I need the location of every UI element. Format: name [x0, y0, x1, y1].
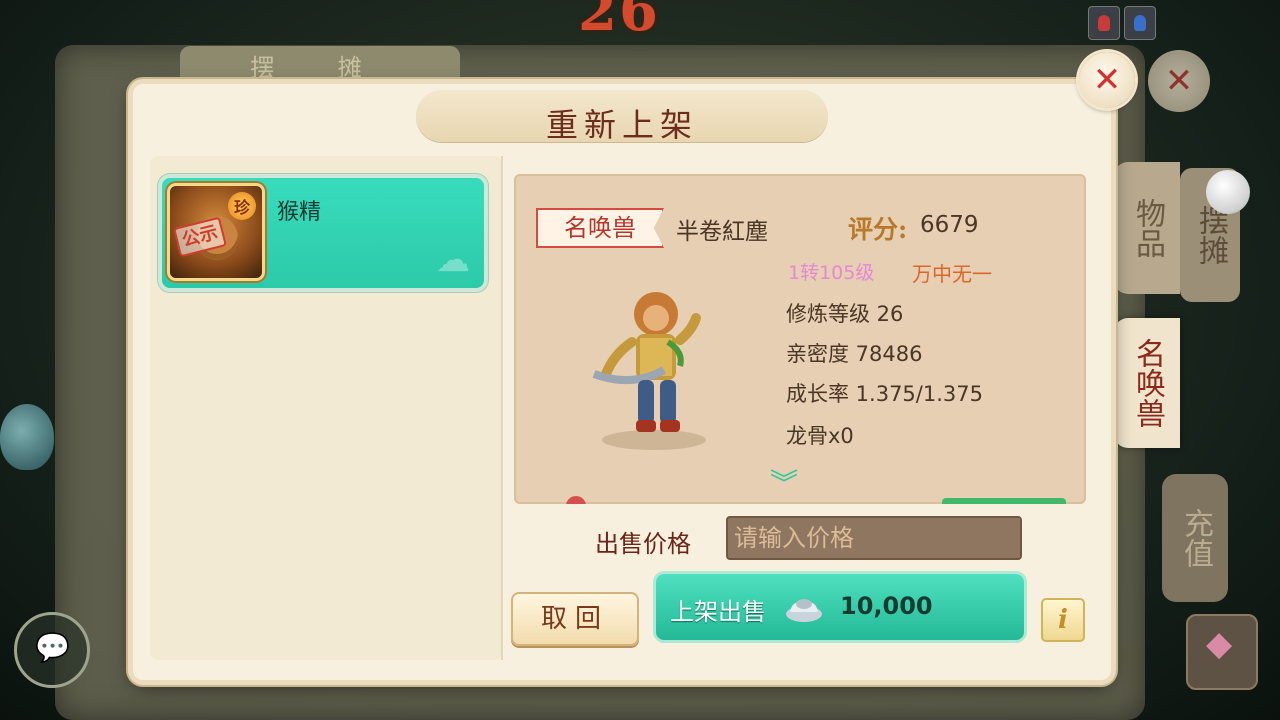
pet-model	[592, 292, 706, 450]
sell-button-label: 上架出售	[670, 598, 766, 626]
blue-potion-icon[interactable]	[1124, 6, 1156, 40]
stat-cultivation: 修炼等级 26	[786, 302, 904, 326]
toggle-knob[interactable]	[1206, 170, 1250, 214]
rare-badge: 珍	[228, 192, 256, 220]
clipped-row	[564, 494, 1066, 504]
pet-name: 半卷紅塵	[676, 219, 768, 245]
background-counter: 26	[578, 0, 660, 44]
pet-type-tag: 名唤兽	[536, 208, 664, 248]
stat-growth: 成长率 1.375/1.375	[786, 382, 983, 406]
pet-avatar: 珍 公示	[170, 186, 262, 278]
close-icon: ✕	[1092, 60, 1122, 100]
info-button[interactable]: i	[1041, 598, 1085, 642]
score-value: 6679	[920, 212, 979, 238]
price-input[interactable]	[726, 516, 1022, 560]
title-plate: 重新上架	[416, 90, 828, 144]
retrieve-button[interactable]: 取回	[511, 592, 639, 646]
tab-recharge[interactable]: 充值	[1162, 474, 1228, 602]
tab-items[interactable]: 物品	[1114, 162, 1180, 294]
pet-list-item[interactable]: 珍 公示 猴精 ☁	[162, 178, 484, 288]
chat-bubble-icon[interactable]	[14, 612, 90, 688]
gem-icon[interactable]	[1186, 614, 1258, 690]
cloud-ornament-icon: ☁	[436, 240, 470, 280]
chevron-down-icon[interactable]: ︾	[770, 470, 798, 498]
tab-recharge-label: 充值	[1178, 508, 1213, 568]
background-stall-tab: 摆 摊	[180, 46, 460, 86]
lantern-icon	[0, 404, 54, 470]
background-close-button[interactable]: ✕	[1148, 50, 1210, 112]
relist-dialog: 重新上架 珍 公示 猴精 ☁ 名唤兽 半卷紅塵 评分: 6679 1转105级 …	[133, 84, 1111, 680]
stat-intimacy: 亲密度 78486	[786, 342, 923, 366]
tab-items-label: 物品	[1130, 198, 1165, 258]
tab-pets-label: 名唤兽	[1130, 338, 1165, 428]
close-icon: ✕	[1164, 61, 1194, 101]
listing-fee: 10,000	[840, 592, 933, 620]
dialog-title: 重新上架	[545, 106, 698, 144]
pet-detail-panel: 名唤兽 半卷紅塵 评分: 6679 1转105级 万中无一 修炼等级 26 亲密…	[514, 174, 1086, 504]
red-dot-icon	[566, 496, 586, 504]
tab-pets[interactable]: 名唤兽	[1114, 318, 1180, 448]
green-bar	[942, 498, 1066, 504]
list-for-sale-button[interactable]: 上架出售 10,000	[656, 574, 1024, 640]
stat-dragon-bone: 龙骨x0	[786, 424, 854, 448]
pet-level: 1转105级	[788, 262, 875, 284]
score-label: 评分:	[848, 215, 908, 244]
pet-rarity: 万中无一	[912, 262, 992, 286]
pet-list-name: 猴精	[277, 200, 322, 225]
tab-stall-label: 摆摊	[1193, 205, 1228, 265]
divider	[501, 156, 503, 660]
price-label: 出售价格	[595, 530, 691, 558]
silver-ingot-icon	[786, 599, 822, 622]
close-button[interactable]: ✕	[1079, 52, 1135, 108]
red-potion-icon[interactable]	[1088, 6, 1120, 40]
